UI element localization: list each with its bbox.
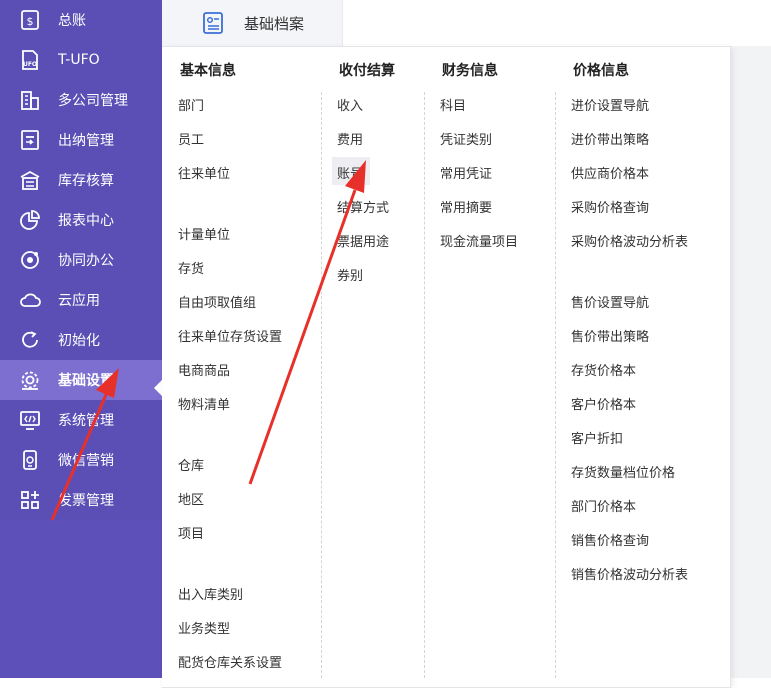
- menu-item-settlement-method[interactable]: 结算方式: [337, 197, 389, 216]
- menu-item-employee[interactable]: 员工: [178, 129, 204, 148]
- cashier-icon: [17, 127, 43, 153]
- header-price-info: 价格信息: [573, 63, 629, 79]
- menu-item-region[interactable]: 地区: [178, 489, 204, 508]
- menu-item-stock[interactable]: 存货: [178, 258, 204, 277]
- menu-item-ecommerce-goods[interactable]: 电商商品: [178, 360, 230, 379]
- sidebar-item-label: 系统管理: [58, 413, 114, 429]
- sidebar-item-report-center[interactable]: 报表中心: [0, 200, 162, 240]
- sidebar-item-cloud-app[interactable]: 云应用: [0, 280, 162, 320]
- sidebar-item-initialize[interactable]: 初始化: [0, 320, 162, 360]
- sidebar-item-inventory[interactable]: 库存核算: [0, 160, 162, 200]
- menu-item-unit[interactable]: 计量单位: [178, 224, 230, 243]
- menu-item-department[interactable]: 部门: [178, 95, 204, 114]
- sidebar-item-label: 报表中心: [58, 213, 114, 229]
- sidebar-item-ledger[interactable]: $ 总账: [0, 0, 162, 40]
- menu-item-stock-price-book[interactable]: 存货价格本: [571, 360, 636, 379]
- phone-icon: [17, 447, 43, 473]
- column-divider: [321, 92, 322, 678]
- menu-item-customer-price-book[interactable]: 客户价格本: [571, 394, 636, 413]
- menu-item-customer-discount[interactable]: 客户折扣: [571, 428, 623, 447]
- tab-basic-archive[interactable]: 基础档案: [162, 0, 343, 46]
- menu-item-account[interactable]: 账号: [337, 163, 363, 182]
- inventory-icon: [17, 167, 43, 193]
- menu-item-expense[interactable]: 费用: [337, 129, 363, 148]
- sidebar-item-label: 发票管理: [58, 493, 114, 509]
- menu-item-business-type[interactable]: 业务类型: [178, 618, 230, 637]
- menu-item-common-summary[interactable]: 常用摘要: [440, 197, 492, 216]
- menu-item-income[interactable]: 收入: [337, 95, 363, 114]
- column-divider: [424, 92, 425, 678]
- header-finance-info: 财务信息: [442, 63, 498, 79]
- menu-item-bill-purpose[interactable]: 票据用途: [337, 231, 389, 250]
- menu-item-purchase-price-analysis[interactable]: 采购价格波动分析表: [571, 231, 688, 250]
- ufo-report-icon: UFO: [17, 47, 43, 73]
- sidebar-item-invoice-management[interactable]: 发票管理: [0, 480, 162, 520]
- sidebar-item-wechat-marketing[interactable]: 微信营销: [0, 440, 162, 480]
- menu-item-department-price-book[interactable]: 部门价格本: [571, 496, 636, 515]
- menu-item-io-category[interactable]: 出入库类别: [178, 584, 243, 603]
- apps-grid-icon: [17, 487, 43, 513]
- menu-item-denomination[interactable]: 券别: [337, 265, 363, 284]
- menu-item-voucher-type[interactable]: 凭证类别: [440, 129, 492, 148]
- menu-item-partner-stock-settings[interactable]: 往来单位存货设置: [178, 326, 282, 345]
- sidebar-item-label: 出纳管理: [58, 133, 114, 149]
- menu-item-sale-price-strategy[interactable]: 售价带出策略: [571, 326, 649, 345]
- sidebar-lower-area: [0, 520, 162, 678]
- gear-icon: [17, 367, 43, 393]
- menu-item-bom[interactable]: 物料清单: [178, 394, 230, 413]
- menu-item-warehouse[interactable]: 仓库: [178, 455, 204, 474]
- code-monitor-icon: [17, 407, 43, 433]
- sidebar-item-label: 基础设置: [58, 373, 114, 389]
- menu-item-subject[interactable]: 科目: [440, 95, 466, 114]
- sidebar-item-label: 微信营销: [58, 453, 114, 469]
- sidebar-item-label: 初始化: [58, 333, 100, 349]
- sidebar-item-multi-company[interactable]: 多公司管理: [0, 80, 162, 120]
- cloud-icon: [17, 287, 43, 313]
- header-payment-settlement: 收付结算: [339, 63, 395, 79]
- svg-text:$: $: [27, 15, 34, 28]
- menu-item-project[interactable]: 项目: [178, 523, 204, 542]
- sidebar-item-label: 云应用: [58, 293, 100, 309]
- menu-item-common-voucher[interactable]: 常用凭证: [440, 163, 492, 182]
- menu-item-cashflow-item[interactable]: 现金流量项目: [440, 231, 518, 250]
- sidebar-item-cashier[interactable]: 出纳管理: [0, 120, 162, 160]
- menu-item-purchase-price-query[interactable]: 采购价格查询: [571, 197, 649, 216]
- header-basic-info: 基本信息: [180, 63, 236, 79]
- sidebar: $ 总账 UFO T-UFO 多公司管理 出纳管理 库存核算 报表中心 协同办公…: [0, 0, 163, 678]
- menu-item-warehouse-relation[interactable]: 配货仓库关系设置: [178, 652, 282, 671]
- sidebar-item-collaboration[interactable]: 协同办公: [0, 240, 162, 280]
- menu-item-quantity-tier-price[interactable]: 存货数量档位价格: [571, 462, 675, 481]
- sidebar-item-label: 多公司管理: [58, 93, 128, 109]
- collaboration-icon: [17, 247, 43, 273]
- menu-item-sale-price-nav[interactable]: 售价设置导航: [571, 292, 649, 311]
- menu-item-sale-price-analysis[interactable]: 销售价格波动分析表: [571, 564, 688, 583]
- svg-text:UFO: UFO: [23, 61, 37, 68]
- archive-card-icon: [202, 11, 224, 35]
- sidebar-item-tufo[interactable]: UFO T-UFO: [0, 40, 162, 80]
- multi-company-icon: [17, 87, 43, 113]
- column-divider: [555, 92, 556, 678]
- tab-label: 基础档案: [244, 14, 305, 33]
- sidebar-item-label: 库存核算: [58, 173, 114, 189]
- menu-item-supplier-price-book[interactable]: 供应商价格本: [571, 163, 649, 182]
- sidebar-item-system-management[interactable]: 系统管理: [0, 400, 162, 440]
- menu-item-partner[interactable]: 往来单位: [178, 163, 230, 182]
- sidebar-item-label: 总账: [58, 13, 86, 29]
- pie-chart-icon: [17, 207, 43, 233]
- sidebar-item-label: 协同办公: [58, 253, 114, 269]
- refresh-icon: [17, 327, 43, 353]
- menu-item-sale-price-query[interactable]: 销售价格查询: [571, 530, 649, 549]
- ledger-icon: $: [17, 7, 43, 33]
- sidebar-item-label: T-UFO: [58, 52, 100, 68]
- sidebar-item-basic-settings[interactable]: 基础设置: [0, 360, 162, 400]
- menu-item-purchase-price-strategy[interactable]: 进价带出策略: [571, 129, 649, 148]
- menu-item-purchase-price-nav[interactable]: 进价设置导航: [571, 95, 649, 114]
- menu-item-free-item-group[interactable]: 自由项取值组: [178, 292, 256, 311]
